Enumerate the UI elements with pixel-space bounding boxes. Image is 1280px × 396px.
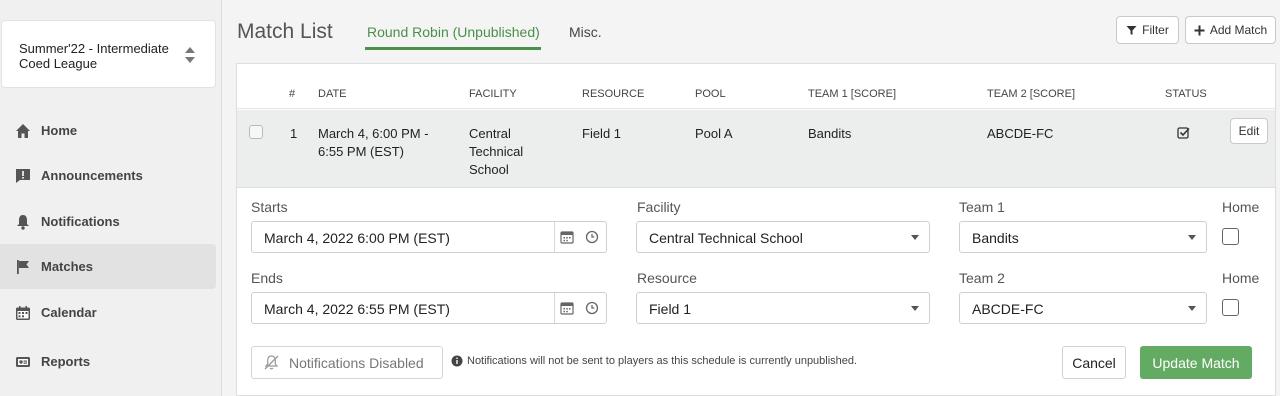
chevron-down-icon: [911, 235, 919, 240]
input-divider: [554, 293, 555, 323]
facility-label: Facility: [637, 199, 681, 215]
info-icon: [451, 355, 463, 367]
notifications-disabled-label: Notifications Disabled: [289, 354, 424, 371]
facility-select[interactable]: Central Technical School: [636, 221, 930, 253]
team1-value: Bandits: [972, 230, 1019, 246]
sidebar: Summer'22 - Intermediate Coed League Hom…: [0, 0, 222, 396]
col-header-team1: TEAM 1 [SCORE]: [808, 88, 897, 100]
team1-label: Team 1: [959, 199, 1005, 215]
col-header-num: #: [289, 88, 296, 100]
starts-datetime-input[interactable]: March 4, 2022 6:00 PM (EST): [251, 221, 607, 253]
sidebar-item-matches[interactable]: Matches: [0, 244, 216, 289]
sidebar-item-label: Matches: [41, 259, 94, 274]
sidebar-item-calendar[interactable]: Calendar: [0, 290, 216, 335]
clock-icon[interactable]: [585, 230, 599, 244]
sidebar-item-reports[interactable]: Reports: [0, 339, 216, 384]
calendar-icon[interactable]: [560, 230, 574, 244]
update-match-button[interactable]: Update Match: [1140, 346, 1252, 379]
input-divider: [554, 222, 555, 252]
info-message: Notifications will not be sent to player…: [451, 355, 857, 367]
col-header-facility: FACILITY: [469, 88, 517, 100]
reports-icon: [14, 353, 32, 371]
table-header: # DATE FACILITY RESOURCE POOL TEAM 1 [SC…: [237, 64, 1275, 109]
calendar-icon[interactable]: [560, 301, 574, 315]
team2-select[interactable]: ABCDE-FC: [959, 292, 1207, 324]
row-pool: Pool A: [695, 126, 733, 141]
ends-datetime-input[interactable]: March 4, 2022 6:55 PM (EST): [251, 292, 607, 324]
sidebar-item-home[interactable]: Home: [0, 108, 216, 153]
sort-arrows-icon: [185, 47, 195, 63]
home-icon: [14, 122, 32, 140]
sidebar-item-label: Home: [41, 123, 78, 138]
row-date: March 4, 6:00 PM - 6:55 PM (EST): [318, 126, 429, 159]
page-title: Match List: [237, 20, 333, 43]
notifications-disabled-button[interactable]: Notifications Disabled: [251, 346, 443, 379]
col-header-status: STATUS: [1165, 88, 1207, 100]
team2-home-checkbox[interactable]: [1222, 299, 1239, 316]
tab-misc[interactable]: Misc.: [569, 24, 602, 40]
chevron-down-icon: [1188, 235, 1196, 240]
cancel-button[interactable]: Cancel: [1062, 346, 1126, 379]
team2-value: ABCDE-FC: [972, 301, 1044, 317]
row-team2: ABCDE-FC: [987, 126, 1054, 141]
sidebar-item-notifications[interactable]: Notifications: [0, 199, 216, 244]
resource-value: Field 1: [649, 301, 692, 317]
plus-icon: [1194, 25, 1205, 35]
clock-icon[interactable]: [585, 301, 599, 315]
team1-home-checkbox[interactable]: [1222, 228, 1239, 245]
team1-select[interactable]: Bandits: [959, 221, 1207, 253]
bell-slash-icon: [264, 355, 279, 370]
info-text: Notifications will not be sent to player…: [467, 355, 858, 367]
flag-icon: [14, 258, 32, 276]
announcement-icon: [14, 167, 32, 185]
row-checkbox[interactable]: [249, 125, 263, 139]
col-header-date: DATE: [318, 88, 347, 100]
resource-select[interactable]: Field 1: [636, 292, 930, 324]
filter-button-label: Filter: [1142, 23, 1169, 37]
sidebar-item-announcements[interactable]: Announcements: [0, 153, 216, 198]
starts-value: March 4, 2022 6:00 PM (EST): [264, 230, 450, 246]
ends-label: Ends: [251, 270, 283, 286]
team2-label: Team 2: [959, 270, 1005, 286]
col-header-team2: TEAM 2 [SCORE]: [987, 88, 1076, 100]
resource-label: Resource: [637, 270, 697, 286]
row-team1: Bandits: [808, 126, 852, 141]
chevron-down-icon: [911, 306, 919, 311]
add-match-button[interactable]: Add Match: [1185, 16, 1276, 44]
facility-value: Central Technical School: [649, 230, 803, 246]
team1-home-label: Home: [1222, 199, 1260, 215]
status-checked-icon: [1177, 127, 1190, 139]
active-tab-indicator: [365, 47, 541, 50]
sidebar-item-label: Announcements: [41, 168, 143, 183]
filter-button[interactable]: Filter: [1116, 16, 1179, 44]
chevron-down-icon: [1188, 306, 1196, 311]
calendar-icon: [14, 304, 32, 322]
league-selector[interactable]: Summer'22 - Intermediate Coed League: [1, 20, 216, 88]
filter-icon: [1126, 25, 1137, 35]
sidebar-item-label: Reports: [41, 354, 91, 369]
row-resource: Field 1: [582, 126, 622, 141]
tab-round-robin[interactable]: Round Robin (Unpublished): [367, 24, 540, 40]
col-header-pool: POOL: [695, 88, 726, 100]
row-num: 1: [290, 126, 298, 141]
league-name: Summer'22 - Intermediate Coed League: [19, 41, 169, 71]
team2-home-label: Home: [1222, 270, 1260, 286]
ends-value: March 4, 2022 6:55 PM (EST): [264, 301, 450, 317]
col-header-resource: RESOURCE: [582, 88, 645, 100]
bell-icon: [14, 213, 32, 231]
edit-button[interactable]: Edit: [1230, 118, 1268, 144]
sidebar-item-label: Notifications: [41, 214, 120, 229]
sidebar-item-label: Calendar: [41, 305, 97, 320]
starts-label: Starts: [251, 199, 288, 215]
row-facility: Central Technical School: [469, 126, 524, 177]
add-match-label: Add Match: [1209, 23, 1268, 37]
table-row[interactable]: 1 March 4, 6:00 PM - 6:55 PM (EST) Centr…: [237, 110, 1275, 188]
